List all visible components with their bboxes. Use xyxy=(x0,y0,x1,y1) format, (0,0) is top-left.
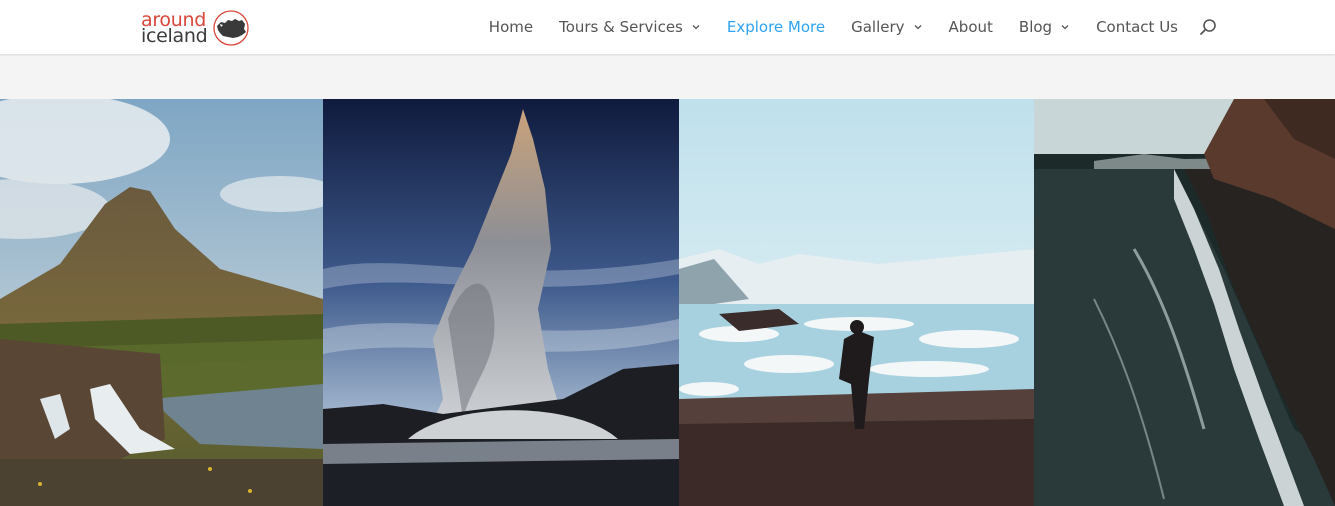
black-sand-beach-photo[interactable] xyxy=(1034,99,1335,506)
nav-label-about: About xyxy=(948,18,993,36)
iceland-map-icon xyxy=(213,10,249,46)
chevron-down-icon xyxy=(692,25,700,30)
nav-item-contact-us[interactable]: Contact Us xyxy=(1096,18,1178,36)
spacer-band xyxy=(0,54,1335,99)
nav-label-blog: Blog xyxy=(1018,18,1053,36)
chevron-down-icon xyxy=(1061,25,1069,30)
glacier-lagoon-photo[interactable] xyxy=(679,99,1034,506)
nav-item-about[interactable]: About xyxy=(949,18,993,36)
nav-label-contact-us: Contact Us xyxy=(1096,18,1178,36)
nav-label-gallery: Gallery xyxy=(851,18,905,36)
photo-gallery xyxy=(0,99,1335,506)
chevron-down-icon xyxy=(914,25,922,30)
nav-item-blog[interactable]: Blog xyxy=(1019,18,1070,36)
nav-label-tours-services: Tours & Services xyxy=(559,18,683,36)
logo-line-iceland: iceland xyxy=(141,25,208,47)
nav-item-gallery[interactable]: Gallery xyxy=(851,18,922,36)
site-logo[interactable]: around iceland xyxy=(141,8,251,48)
nav-label-explore-more: Explore More xyxy=(726,18,826,36)
nav-item-explore-more[interactable]: Explore More xyxy=(727,18,825,36)
nav-item-tours-services[interactable]: Tours & Services xyxy=(559,18,701,36)
mountain-waterfall-photo[interactable] xyxy=(0,99,323,506)
nav-item-home[interactable]: Home xyxy=(489,18,533,36)
site-header: around iceland Home Tours & Services Exp… xyxy=(0,0,1335,54)
search-icon[interactable] xyxy=(1199,18,1217,36)
logo-text: around iceland xyxy=(141,11,208,47)
geyser-eruption-photo[interactable] xyxy=(323,99,679,506)
nav-label-home: Home xyxy=(488,18,534,36)
main-nav: Home Tours & Services Explore More Galle… xyxy=(463,0,1178,54)
